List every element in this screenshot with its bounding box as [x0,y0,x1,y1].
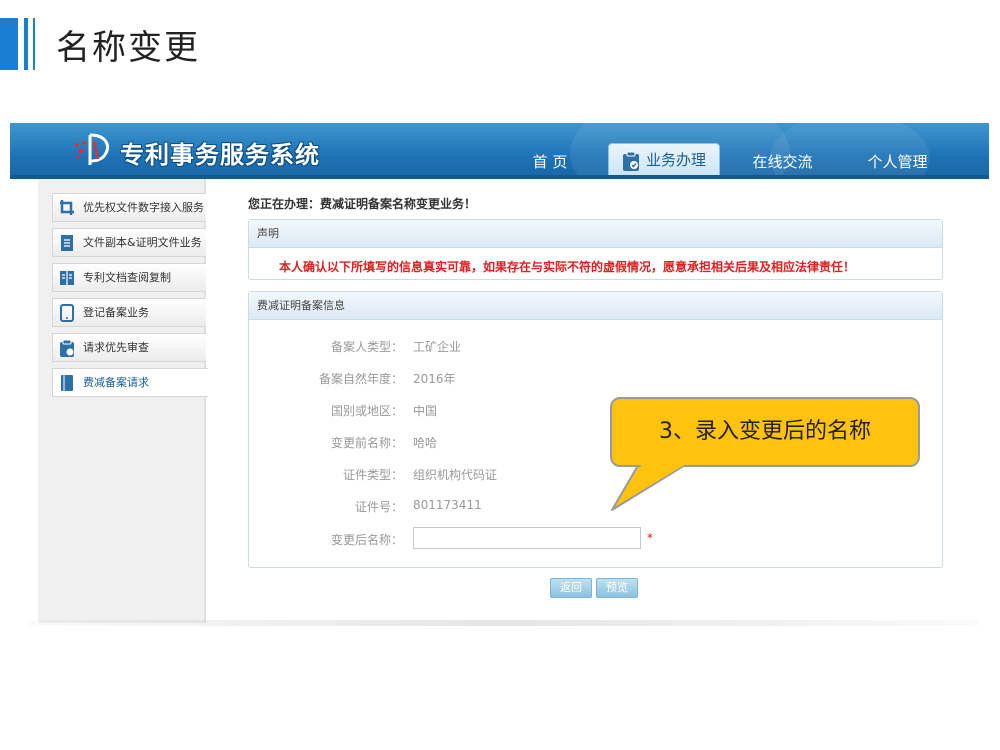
info-row: 证件类型： 组织机构代码证 [342,468,498,482]
clipboard-icon [622,151,639,171]
slide-title: 名称变更 [56,28,200,68]
sidebar-item-document-lookup[interactable]: 专利文档查阅复制 [52,263,206,292]
preview-button[interactable]: 预览 [596,578,638,598]
app-header: 专利事务服务系统 首 页 业务办理 在线交流 个人管理 [10,123,989,179]
tablet-icon [60,304,74,322]
new-name-input[interactable] [413,527,641,549]
nav-business[interactable]: 业务办理 [608,143,720,179]
title-accent-bar [0,18,18,70]
back-button[interactable]: 返回 [550,578,592,598]
sidebar-item-fee-reduction[interactable]: 费减备案请求 [52,368,208,397]
current-task: 您正在办理：费减证明备案名称变更业务！ [248,197,477,211]
document-icon [61,235,73,251]
title-accent-bar [24,18,28,70]
sidebar-item-file-copy[interactable]: 文件副本&证明文件业务 [52,228,206,257]
book-closed-icon [61,375,73,391]
sidebar-item-priority-digital[interactable]: 优先权文件数字接入服务 [52,193,206,222]
sidebar-item-registration[interactable]: 登记备案业务 [52,298,206,327]
info-row: 备案人类型： 工矿企业 [330,340,462,354]
statement-text: 本人确认以下所填写的信息真实可靠，如果存在与实际不符的虚假情况，愿意承担相关后果… [279,260,856,274]
info-row: 备案自然年度： 2016年 [318,372,456,386]
app-logo-text: 专利事务服务系统 [120,141,320,169]
new-name-row: 变更后名称： * [249,527,939,555]
statement-title: 声明 [249,220,942,248]
info-title: 费减证明备案信息 [249,292,942,320]
nav-business-label: 业务办理 [645,151,706,169]
app-screenshot: 专利事务服务系统 首 页 业务办理 在线交流 个人管理 优先权文件数字接入服务 [10,123,989,623]
crop-icon [60,200,74,215]
info-row: 证件号： 801173411 [354,498,482,514]
title-accent-bar [33,18,35,70]
sidebar-item-priority-exam[interactable]: 请求优先审查 [52,333,206,362]
patent-logo-icon [75,133,109,165]
statement-panel: 声明 本人确认以下所填写的信息真实可靠，如果存在与实际不符的虚假情况，愿意承担相… [248,219,943,280]
required-mark: * [647,531,653,545]
book-icon [60,271,74,285]
instruction-callout: 3、录入变更后的名称 [610,397,920,467]
clipboard-check-icon [60,339,74,357]
sidebar: 优先权文件数字接入服务 文件副本&证明文件业务 专利文档查阅复制 登记备案业务 [38,179,208,623]
